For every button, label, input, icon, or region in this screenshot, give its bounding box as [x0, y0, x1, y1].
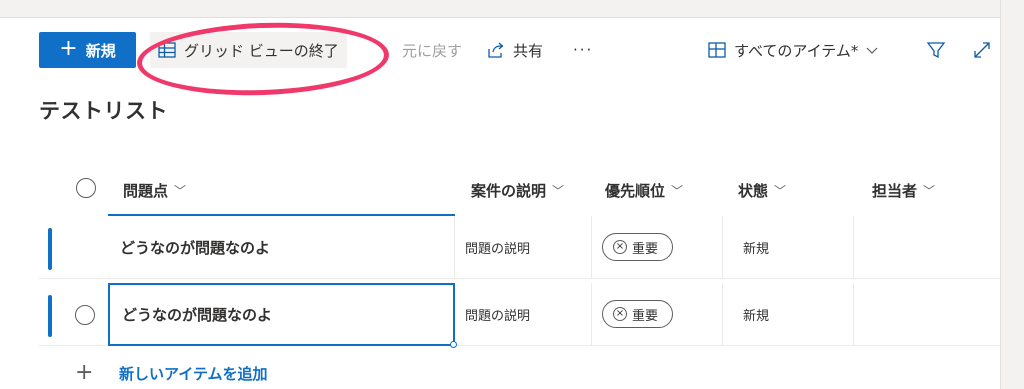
priority-pill[interactable]: × 重要 — [602, 300, 674, 328]
share-icon — [488, 42, 504, 58]
column-header-status-label: 状態 — [738, 182, 769, 200]
table-header: 問題点 ﹀ 案件の説明 ﹀ 優先順位 ﹀ 状態 ﹀ 担当者 ﹀ — [39, 168, 1000, 216]
cell-description[interactable]: 問題の説明 — [455, 216, 592, 278]
row-selection-indicator — [48, 228, 52, 270]
new-button[interactable]: + 新規 — [39, 32, 136, 68]
chevron-down-icon: ﹀ — [174, 184, 187, 198]
priority-pill-label: 重要 — [632, 241, 659, 257]
expand-button[interactable] — [973, 32, 991, 68]
column-header-status[interactable]: 状態 ﹀ — [738, 180, 786, 201]
exit-grid-view-label: グリッド ビューの終了 — [184, 41, 339, 60]
cell-issue-text: どうなのが問題なのよ — [122, 306, 273, 324]
cell-priority[interactable]: × 重要 — [592, 283, 723, 345]
table-row[interactable]: どうなのが問題なのよ 問題の説明 × 重要 新規 — [39, 283, 1000, 348]
column-header-description[interactable]: 案件の説明 ﹀ — [471, 180, 564, 201]
cell-assignee[interactable] — [854, 283, 1000, 345]
plus-icon: + — [75, 360, 94, 385]
cell-issue-editing[interactable]: どうなのが問題なのよ — [108, 283, 457, 348]
column-header-priority[interactable]: 優先順位 ﹀ — [605, 180, 683, 201]
cell-status[interactable]: 新規 — [723, 216, 854, 278]
column-header-priority-label: 優先順位 — [605, 182, 666, 200]
column-header-description-label: 案件の説明 — [471, 182, 547, 200]
filter-button[interactable] — [926, 32, 946, 68]
undo-label: 元に戻す — [402, 41, 463, 60]
page-title: テストリスト — [39, 99, 168, 123]
view-selector-label: すべてのアイテム* — [734, 41, 859, 60]
share-button[interactable]: 共有 — [487, 32, 543, 68]
chevron-down-icon: ﹀ — [923, 184, 936, 198]
add-item-link[interactable]: 新しいアイテムを追加 — [119, 363, 268, 384]
cell-assignee[interactable] — [854, 216, 1000, 278]
close-icon[interactable]: × — [613, 307, 627, 321]
exit-grid-view-button[interactable]: グリッド ビューの終了 — [150, 32, 347, 68]
filter-icon — [926, 42, 946, 59]
view-selector[interactable]: すべてのアイテム* — [708, 32, 878, 68]
chevron-down-icon — [866, 47, 878, 54]
column-header-issue[interactable]: 問題点 ﹀ — [123, 180, 186, 201]
column-header-issue-label: 問題点 — [123, 182, 169, 200]
row-selection-indicator — [48, 295, 52, 337]
expand-icon — [974, 42, 990, 58]
column-header-assignee-label: 担当者 — [872, 182, 918, 200]
chevron-down-icon: ﹀ — [671, 184, 684, 198]
select-all-checkbox[interactable] — [76, 178, 96, 198]
cell-description[interactable]: 問題の説明 — [455, 283, 592, 345]
share-label: 共有 — [513, 41, 544, 60]
chevron-down-icon: ﹀ — [552, 184, 565, 198]
priority-pill[interactable]: × 重要 — [602, 233, 674, 261]
command-bar: + 新規 グリッド ビューの終了 元に戻す 共有 ··· すべてのアイテム* — [0, 18, 1000, 100]
undo-button[interactable]: 元に戻す — [388, 32, 462, 68]
more-icon: ··· — [573, 41, 594, 59]
cell-status[interactable]: 新規 — [723, 283, 854, 345]
more-button[interactable]: ··· — [573, 32, 593, 68]
grid-icon — [158, 42, 176, 58]
priority-pill-label: 重要 — [632, 308, 659, 324]
table-row[interactable]: どうなのが問題なのよ 問題の説明 × 重要 新規 — [39, 216, 1000, 279]
column-header-assignee[interactable]: 担当者 ﹀ — [872, 180, 935, 201]
cell-issue[interactable]: どうなのが問題なのよ — [108, 216, 455, 278]
cell-priority[interactable]: × 重要 — [592, 216, 723, 278]
window-right-frame — [1000, 0, 1024, 389]
chevron-down-icon: ﹀ — [774, 184, 787, 198]
close-icon[interactable]: × — [613, 240, 627, 254]
row-select-checkbox[interactable] — [75, 305, 95, 325]
window-top-frame — [0, 0, 1024, 18]
plus-icon: + — [59, 36, 78, 61]
list-view-icon — [708, 42, 726, 58]
new-button-label: 新規 — [85, 41, 116, 60]
